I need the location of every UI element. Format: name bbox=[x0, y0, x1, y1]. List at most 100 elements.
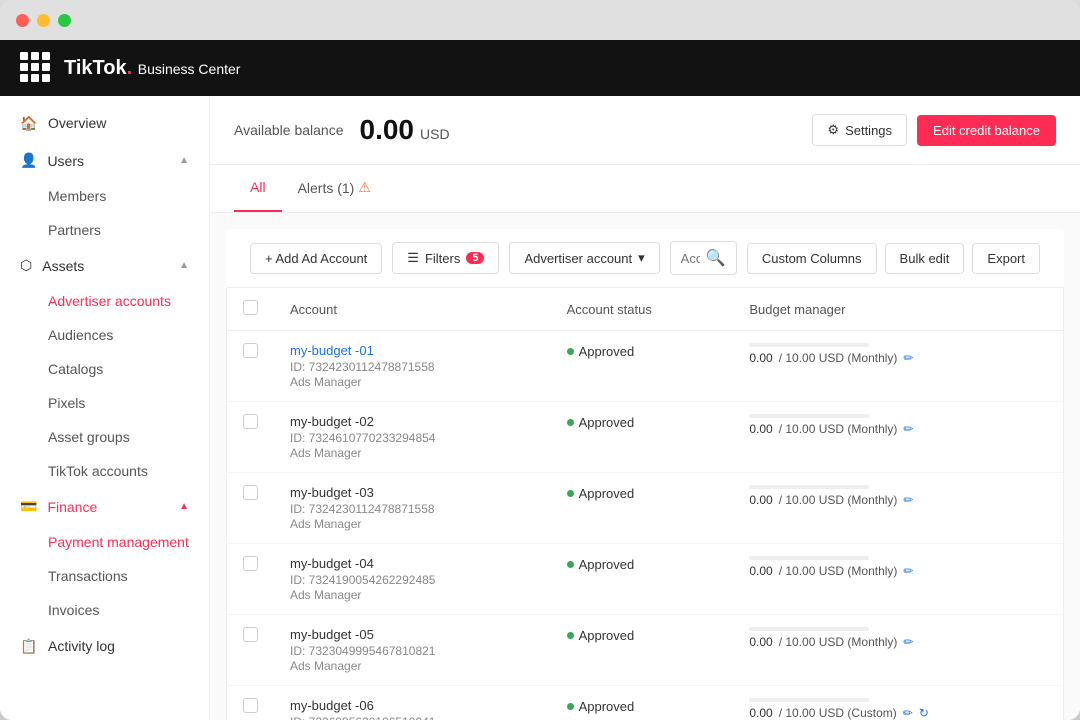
advertiser-accounts-label: Advertiser accounts bbox=[48, 293, 171, 309]
sidebar-item-tiktok-accounts[interactable]: TikTok accounts bbox=[0, 454, 209, 488]
status-dot-0 bbox=[567, 348, 574, 355]
account-type-2: Ads Manager bbox=[290, 517, 535, 531]
close-button[interactable] bbox=[16, 14, 29, 27]
app-container: TikTok. Business Center 🏠 Overview 👤 Use… bbox=[0, 40, 1080, 720]
custom-columns-button[interactable]: Custom Columns bbox=[747, 243, 877, 274]
budget-separator-2: / 10.00 USD (Monthly) bbox=[779, 493, 898, 507]
sidebar-assets-label: Assets bbox=[42, 258, 84, 274]
search-input[interactable] bbox=[681, 251, 700, 266]
budget-cell-5: 0.00 / 10.00 USD (Custom) ✏ ↻ bbox=[733, 686, 1063, 720]
assets-children: Advertiser accounts Audiences Catalogs P… bbox=[0, 284, 209, 488]
sidebar-item-catalogs[interactable]: Catalogs bbox=[0, 352, 209, 386]
tabs-bar: All Alerts (1) ⚠ bbox=[210, 165, 1080, 213]
row-checkbox-0[interactable] bbox=[243, 343, 258, 358]
account-name-2: my-budget -03 bbox=[290, 485, 535, 500]
account-name-0[interactable]: my-budget -01 bbox=[290, 343, 535, 358]
partners-label: Partners bbox=[48, 222, 101, 238]
filter-button[interactable]: ☰ Filters 5 bbox=[392, 242, 499, 274]
table-body: my-budget -01 ID: 7324230112478871558 Ad… bbox=[227, 331, 1063, 720]
budget-edit-icon-4[interactable]: ✏ bbox=[903, 635, 913, 649]
tab-alerts-label: Alerts (1) bbox=[298, 180, 355, 196]
sidebar-item-pixels[interactable]: Pixels bbox=[0, 386, 209, 420]
sidebar-item-users[interactable]: 👤 Users ▲ bbox=[0, 142, 209, 179]
account-id-3: ID: 7324190054262292485 bbox=[290, 573, 535, 587]
account-id-1: ID: 7324610770233294854 bbox=[290, 431, 535, 445]
export-button[interactable]: Export bbox=[972, 243, 1040, 274]
table-header: Account Account status Budget manager bbox=[227, 288, 1063, 331]
account-cell-1: my-budget -02 ID: 7324610770233294854 Ad… bbox=[274, 402, 551, 473]
budget-edit-icon-1[interactable]: ✏ bbox=[903, 422, 913, 436]
sidebar-item-asset-groups[interactable]: Asset groups bbox=[0, 420, 209, 454]
budget-edit-icon-0[interactable]: ✏ bbox=[903, 351, 913, 365]
budget-used-2: 0.00 bbox=[749, 493, 772, 507]
sidebar-finance-label: Finance bbox=[47, 499, 97, 515]
account-name-5: my-budget -06 bbox=[290, 698, 535, 713]
table-row: my-budget -05 ID: 7323049995467810821 Ad… bbox=[227, 615, 1063, 686]
budget-wrap-4: 0.00 / 10.00 USD (Monthly) ✏ bbox=[749, 627, 1047, 649]
budget-wrap-5: 0.00 / 10.00 USD (Custom) ✏ ↻ bbox=[749, 698, 1047, 720]
logo-area: TikTok. Business Center bbox=[20, 52, 240, 84]
accounts-table: Account Account status Budget manager my… bbox=[227, 288, 1063, 720]
settings-button[interactable]: ⚙ Settings bbox=[812, 114, 907, 146]
sidebar-item-audiences[interactable]: Audiences bbox=[0, 318, 209, 352]
sidebar-item-overview[interactable]: 🏠 Overview bbox=[0, 104, 209, 142]
account-type-1: Ads Manager bbox=[290, 446, 535, 460]
sidebar-item-assets[interactable]: ⬡ Assets ▲ bbox=[0, 247, 209, 284]
budget-edit-icon-5[interactable]: ✏ bbox=[903, 706, 913, 720]
sidebar-item-members[interactable]: Members bbox=[0, 179, 209, 213]
balance-currency: USD bbox=[420, 126, 450, 142]
budget-cell-1: 0.00 / 10.00 USD (Monthly) ✏ bbox=[733, 402, 1063, 473]
search-wrap: 🔍 bbox=[670, 241, 737, 275]
budget-edit-icon-2[interactable]: ✏ bbox=[903, 493, 913, 507]
sidebar-item-invoices[interactable]: Invoices bbox=[0, 593, 209, 627]
account-name-4: my-budget -05 bbox=[290, 627, 535, 642]
sidebar-item-partners[interactable]: Partners bbox=[0, 213, 209, 247]
chevron-up-icon-assets: ▲ bbox=[179, 260, 189, 271]
maximize-button[interactable] bbox=[58, 14, 71, 27]
row-checkbox-2[interactable] bbox=[243, 485, 258, 500]
users-children: Members Partners bbox=[0, 179, 209, 247]
sidebar-item-activity-log[interactable]: 📋 Activity log bbox=[0, 627, 209, 665]
sidebar-item-finance[interactable]: 💳 Finance ▲ bbox=[0, 488, 209, 525]
sidebar-group-finance: 💳 Finance ▲ Payment management Transacti… bbox=[0, 488, 209, 627]
tab-alerts[interactable]: Alerts (1) ⚠ bbox=[282, 165, 387, 212]
budget-bar-outer-1 bbox=[749, 414, 869, 418]
status-dot-4 bbox=[567, 632, 574, 639]
grid-icon[interactable] bbox=[20, 52, 52, 84]
sidebar-item-transactions[interactable]: Transactions bbox=[0, 559, 209, 593]
status-cell-3: Approved bbox=[551, 544, 734, 615]
advertiser-account-dropdown[interactable]: Advertiser account ▾ bbox=[509, 242, 659, 274]
balance-label: Available balance bbox=[234, 122, 344, 138]
edit-credit-balance-button[interactable]: Edit credit balance bbox=[917, 115, 1056, 146]
finance-icon: 💳 bbox=[20, 498, 37, 515]
status-dot-1 bbox=[567, 419, 574, 426]
minimize-button[interactable] bbox=[37, 14, 50, 27]
row-checkbox-4[interactable] bbox=[243, 627, 258, 642]
settings-icon: ⚙ bbox=[827, 122, 839, 138]
budget-separator-1: / 10.00 USD (Monthly) bbox=[779, 422, 898, 436]
budget-edit-icon-3[interactable]: ✏ bbox=[903, 564, 913, 578]
sidebar-item-payment-management[interactable]: Payment management bbox=[0, 525, 209, 559]
budget-text-3: 0.00 / 10.00 USD (Monthly) ✏ bbox=[749, 564, 1047, 578]
logo-subtitle: Business Center bbox=[138, 61, 241, 77]
row-checkbox-5[interactable] bbox=[243, 698, 258, 713]
row-checkbox-1[interactable] bbox=[243, 414, 258, 429]
search-icon: 🔍 bbox=[706, 248, 726, 268]
budget-refresh-icon-5[interactable]: ↻ bbox=[919, 706, 929, 720]
status-badge-2: Approved bbox=[567, 486, 635, 501]
budget-used-4: 0.00 bbox=[749, 635, 772, 649]
dropdown-chevron-icon: ▾ bbox=[638, 250, 645, 266]
row-checkbox-cell bbox=[227, 473, 274, 544]
account-column-header: Account bbox=[274, 288, 551, 331]
alert-triangle-icon: ⚠ bbox=[358, 179, 371, 196]
bulk-edit-button[interactable]: Bulk edit bbox=[885, 243, 965, 274]
sidebar-item-advertiser-accounts[interactable]: Advertiser accounts bbox=[0, 284, 209, 318]
row-checkbox-cell bbox=[227, 331, 274, 402]
row-checkbox-3[interactable] bbox=[243, 556, 258, 571]
add-ad-account-button[interactable]: + Add Ad Account bbox=[250, 243, 382, 274]
budget-text-2: 0.00 / 10.00 USD (Monthly) ✏ bbox=[749, 493, 1047, 507]
tab-all[interactable]: All bbox=[234, 165, 282, 212]
home-icon: 🏠 bbox=[20, 114, 38, 132]
select-all-checkbox[interactable] bbox=[243, 300, 258, 315]
table-row: my-budget -03 ID: 7324230112478871558 Ad… bbox=[227, 473, 1063, 544]
